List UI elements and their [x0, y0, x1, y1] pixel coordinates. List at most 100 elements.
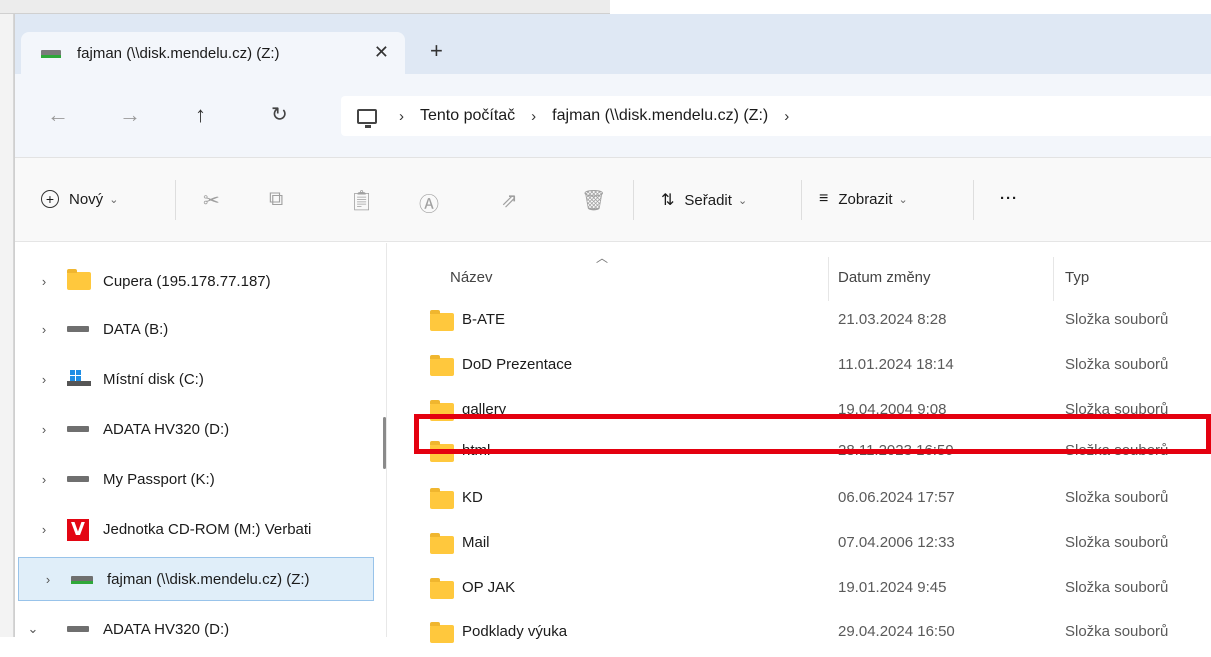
back-button[interactable]: ←	[47, 104, 69, 126]
refresh-button[interactable]: ↻	[271, 104, 288, 126]
file-row[interactable]: DoD Prezentace 11.01.2024 18:14 Složka s…	[388, 346, 1211, 390]
breadcrumb-separator[interactable]: ›	[399, 108, 404, 125]
chevron-right-icon[interactable]: ›	[15, 422, 55, 437]
file-row[interactable]: OP JAK 19.01.2024 9:45 Složka souborů	[388, 569, 1211, 613]
sort-label: Seřadit	[684, 191, 732, 209]
folder-icon	[430, 488, 454, 509]
breadcrumb-fajman[interactable]: fajman (\\disk.mendelu.cz) (Z:)	[552, 107, 768, 125]
file-date: 06.06.2024 17:57	[838, 489, 955, 506]
file-name: B-ATE	[462, 311, 506, 328]
tree-item-label: Cupera (195.178.77.187)	[103, 272, 271, 290]
sort-button[interactable]: ⇅ Seřadit ⌄	[661, 190, 747, 210]
tree-item-label: Jednotka CD-ROM (M:) Verbati	[103, 520, 312, 538]
folder-icon	[430, 355, 454, 376]
tab-current[interactable]: fajman (\\disk.mendelu.cz) (Z:) ✕	[21, 32, 405, 74]
up-button[interactable]: ↑	[195, 104, 206, 126]
file-name: KD	[462, 489, 483, 506]
command-bar: + Nový ⌄ ✂ ⧉ 📋︎ Ⓐ ⇗ 🗑︎ ⇅ Seřadit ⌄ ≡ Zob…	[15, 158, 1211, 242]
column-headers: ︿ Název Datum změny Typ	[388, 243, 1211, 305]
column-header-date[interactable]: Datum změny	[838, 269, 931, 286]
file-date: 19.04.2004 9:08	[838, 401, 947, 418]
file-date: 28.11.2023 16:59	[838, 442, 954, 459]
breadcrumb-separator[interactable]: ›	[531, 108, 536, 125]
file-row[interactable]: gallery 19.04.2004 9:08 Složka souborů	[388, 391, 1211, 435]
file-name: DoD Prezentace	[462, 356, 573, 373]
tree-item-label: Místní disk (C:)	[103, 370, 204, 388]
tree-item-adata-d-expanded[interactable]: ⌄ ADATA HV320 (D:)	[15, 607, 387, 651]
drive-icon	[67, 426, 89, 432]
forward-button[interactable]: →	[119, 104, 141, 126]
tree-item-cd-rom-m[interactable]: › V Jednotka CD-ROM (M:) Verbati	[15, 507, 387, 551]
delete-icon[interactable]: 🗑︎	[581, 188, 606, 213]
more-options-button[interactable]: ···	[1000, 190, 1018, 207]
column-divider[interactable]	[1053, 257, 1054, 301]
file-date: 07.04.2006 12:33	[838, 534, 955, 551]
tree-item-label: My Passport (K:)	[103, 470, 215, 488]
chevron-right-icon[interactable]: ›	[15, 522, 55, 537]
toolbar-divider	[801, 180, 802, 220]
new-tab-button[interactable]: +	[430, 40, 443, 62]
column-header-type[interactable]: Typ	[1065, 269, 1089, 286]
breadcrumb-separator[interactable]: ›	[784, 108, 789, 125]
chevron-right-icon[interactable]: ›	[15, 274, 55, 289]
tree-item-data-b[interactable]: › DATA (B:)	[15, 307, 387, 351]
chevron-down-icon: ⌄	[737, 194, 748, 207]
chevron-down-icon[interactable]: ⌄	[15, 621, 55, 637]
file-date: 11.01.2024 18:14	[838, 356, 954, 373]
chevron-right-icon[interactable]: ›	[15, 472, 55, 487]
column-header-name[interactable]: Název	[450, 269, 493, 286]
file-type: Složka souborů	[1065, 401, 1169, 418]
computer-icon	[357, 108, 377, 128]
file-row[interactable]: Podklady výuka 29.04.2024 16:50 Složka s…	[388, 613, 1211, 657]
background-window-edge	[0, 0, 14, 637]
chevron-right-icon[interactable]: ›	[15, 372, 55, 387]
navigation-pane: › Cupera (195.178.77.187) › DATA (B:) › …	[15, 243, 387, 638]
paste-icon[interactable]: 📋︎	[349, 188, 374, 213]
new-label: Nový	[69, 190, 104, 208]
tree-item-adata-d[interactable]: › ADATA HV320 (D:)	[15, 407, 387, 451]
copy-icon[interactable]: ⧉	[269, 188, 283, 211]
drive-icon	[67, 626, 89, 632]
toolbar-divider	[633, 180, 634, 220]
share-icon[interactable]: ⇗	[501, 188, 518, 213]
file-row-html[interactable]: html 28.11.2023 16:59 Složka souborů	[388, 432, 1211, 476]
view-label: Zobrazit	[838, 190, 893, 208]
address-bar[interactable]: › Tento počítač › fajman (\\disk.mendelu…	[341, 96, 1211, 136]
sort-ascending-icon: ︿	[596, 251, 609, 265]
tree-item-fajman-z[interactable]: › fajman (\\disk.mendelu.cz) (Z:)	[18, 557, 374, 601]
background-window-titlebar	[0, 0, 610, 14]
view-button[interactable]: ≡ Zobrazit ⌄	[819, 190, 908, 208]
folder-icon	[430, 310, 454, 331]
cut-icon[interactable]: ✂	[203, 188, 220, 213]
tree-item-local-disk-c[interactable]: › Místní disk (C:)	[15, 357, 387, 401]
file-row[interactable]: B-ATE 21.03.2024 8:28 Složka souborů	[388, 301, 1211, 345]
sort-icon: ⇅	[661, 192, 675, 209]
folder-icon	[430, 622, 454, 643]
tree-item-my-passport-k[interactable]: › My Passport (K:)	[15, 457, 387, 501]
nav-pane-scrollbar[interactable]	[383, 417, 386, 469]
file-row[interactable]: KD 06.06.2024 17:57 Složka souborů	[388, 479, 1211, 523]
tree-item-cupera[interactable]: › Cupera (195.178.77.187)	[15, 259, 387, 303]
file-name: OP JAK	[462, 579, 516, 596]
navigation-bar: ← → ↑ ↻ › Tento počítač › fajman (\\disk…	[15, 74, 1211, 158]
verbatim-icon: V	[67, 519, 89, 541]
new-button[interactable]: + Nový ⌄	[41, 190, 118, 208]
rename-icon[interactable]: Ⓐ	[419, 188, 439, 217]
folder-icon	[67, 269, 91, 290]
tab-strip: fajman (\\disk.mendelu.cz) (Z:) ✕ +	[15, 14, 1211, 74]
close-tab-icon[interactable]: ✕	[374, 42, 389, 63]
chevron-right-icon[interactable]: ›	[15, 322, 55, 337]
chevron-right-icon[interactable]: ›	[19, 572, 59, 587]
chevron-down-icon: ⌄	[898, 193, 908, 206]
column-divider[interactable]	[828, 257, 829, 301]
view-list-icon: ≡	[819, 190, 829, 207]
folder-icon	[430, 533, 454, 554]
file-name: Podklady výuka	[462, 623, 568, 640]
file-date: 19.01.2024 9:45	[838, 579, 947, 596]
breadcrumb-this-pc[interactable]: Tento počítač	[420, 107, 515, 125]
drive-icon	[67, 326, 89, 332]
toolbar-divider	[175, 180, 176, 220]
file-type: Složka souborů	[1065, 442, 1169, 459]
file-type: Složka souborů	[1065, 311, 1169, 328]
file-row[interactable]: Mail 07.04.2006 12:33 Složka souborů	[388, 524, 1211, 568]
